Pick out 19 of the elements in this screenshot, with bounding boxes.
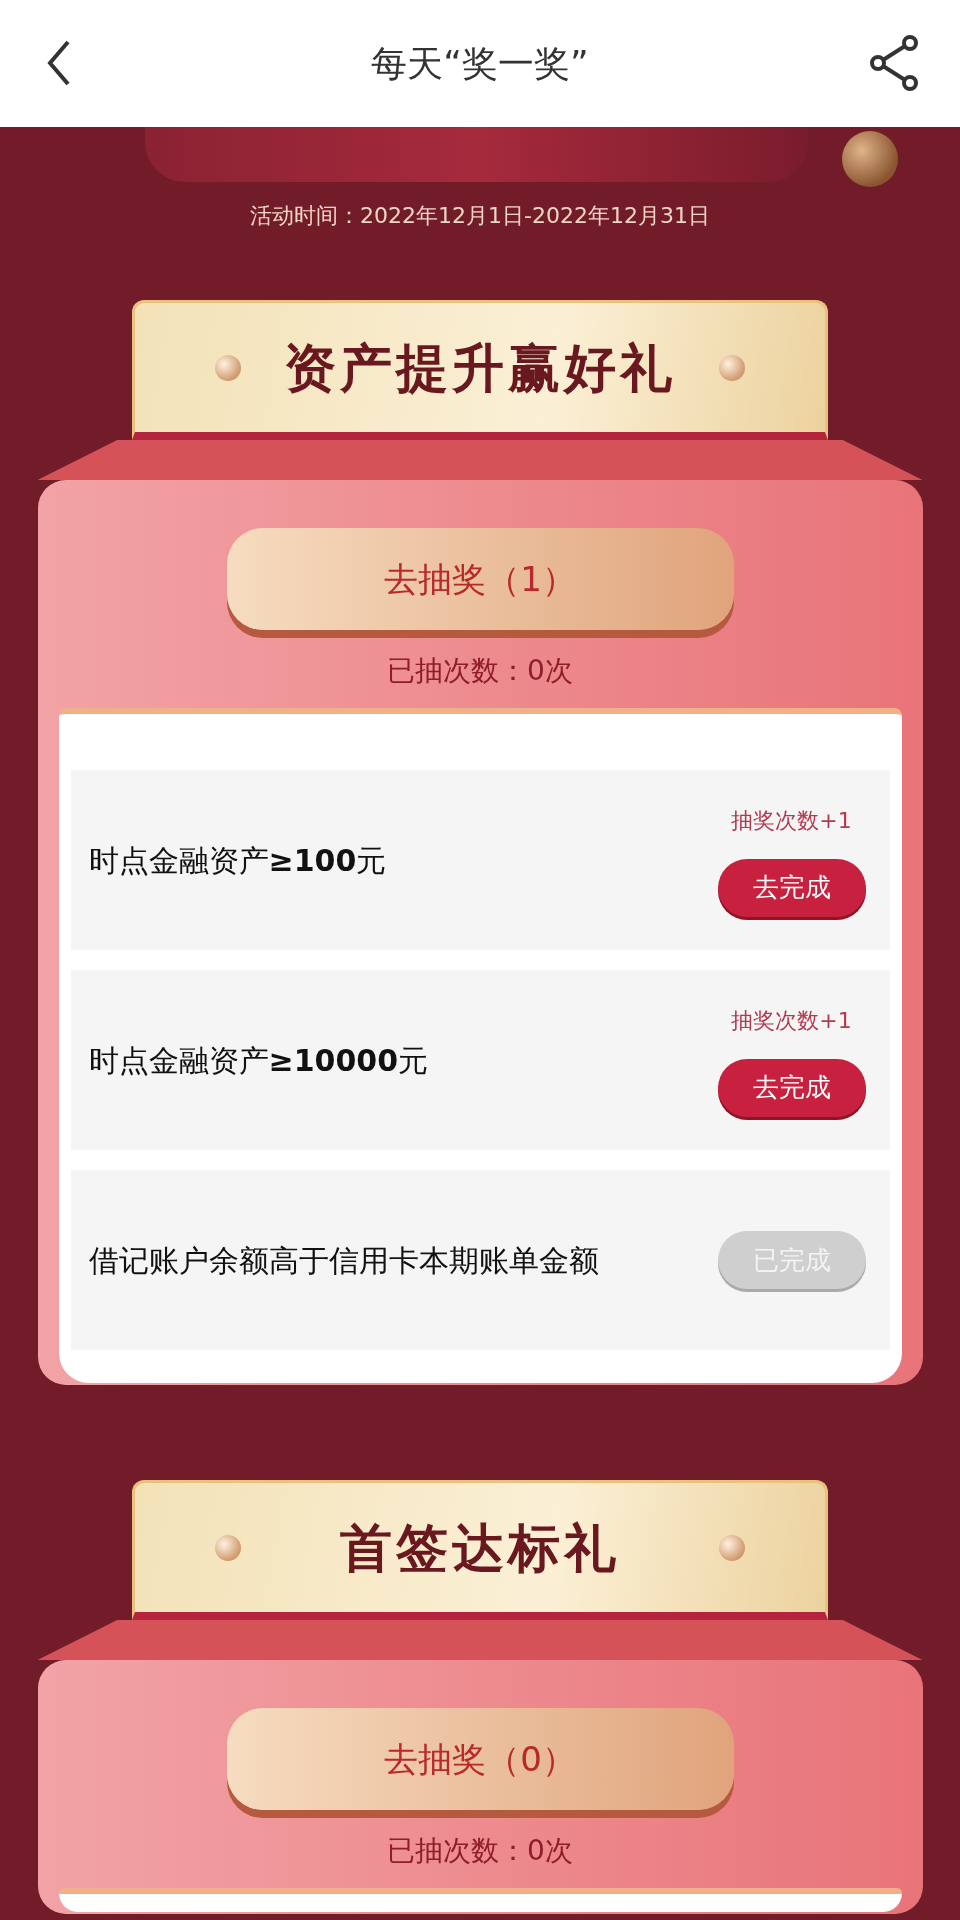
ball-decoration — [842, 131, 898, 187]
pearl-icon — [719, 354, 745, 381]
draw-count-text: 已抽次数：0次 — [387, 1833, 573, 1869]
pearl-icon — [215, 354, 241, 381]
draw-count-text: 已抽次数：0次 — [387, 653, 573, 689]
pearl-icon — [719, 1534, 745, 1561]
task-label: 时点金融资产≥100元 — [88, 841, 387, 880]
event-date-text: 活动时间：2022年12月1日-2022年12月31日 — [249, 202, 711, 230]
task-label: 借记账户余额高于信用卡本期账单金额 — [88, 1241, 599, 1280]
share-icon[interactable] — [868, 34, 920, 92]
reward-text: 抽奖次数+1 — [731, 1006, 852, 1035]
section-title: 首签达标礼 — [340, 1516, 620, 1580]
section-title: 资产提升赢好礼 — [284, 336, 676, 400]
pearl-icon — [215, 1534, 241, 1561]
page-title: 每天“奖一奖” — [371, 41, 589, 86]
reward-text: 抽奖次数+1 — [731, 806, 852, 835]
complete-task-button[interactable]: 去完成 — [717, 858, 866, 917]
complete-task-button[interactable]: 去完成 — [717, 1058, 866, 1117]
task-label: 时点金融资产≥10000元 — [88, 1041, 428, 1080]
